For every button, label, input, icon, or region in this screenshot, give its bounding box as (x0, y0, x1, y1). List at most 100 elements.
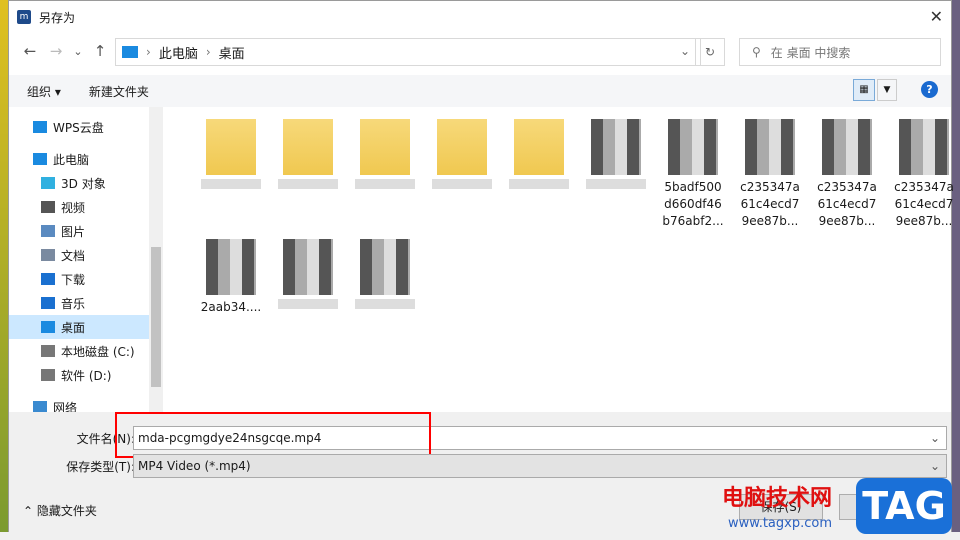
folder-icon (514, 119, 564, 175)
forward-button[interactable]: → (43, 42, 69, 60)
file-name-blurred (201, 179, 261, 189)
file-name: c235347a 61c4ecd7 9ee87b... (817, 180, 877, 228)
image-thumbnail (899, 119, 949, 175)
background-taskbar (0, 532, 960, 540)
sidebar-item-label: 本地磁盘 (C:) (61, 344, 135, 359)
file-item[interactable] (270, 239, 346, 309)
file-item[interactable] (501, 119, 577, 189)
up-button[interactable]: ↑ (87, 42, 113, 60)
background-desktop-right (952, 0, 960, 540)
image-thumbnail (283, 239, 333, 295)
cloud-icon (33, 121, 47, 133)
navigation-pane: WPS云盘此电脑 3D 对象视频图片文档下载音乐桌面本地磁盘 (C:) 软件 (D:… (9, 107, 149, 415)
film-icon (41, 201, 55, 213)
watermark-logo: TAG (856, 478, 952, 534)
sidebar-item-label: 视频 (61, 200, 86, 215)
cube-icon (41, 177, 55, 189)
image-thumbnail (360, 239, 410, 295)
sidebar-item[interactable]: 此电脑 (9, 147, 149, 171)
file-name: 5badf500 d660df46 b76abf2... (662, 180, 724, 228)
save-form: 文件名(N): mda-pcgmgdye24nsgcqe.mp4 ⌄ 保存类型(T… (9, 412, 951, 532)
file-name-blurred (355, 179, 415, 189)
sidebar-item-label: 3D 对象 (61, 176, 106, 191)
background-desktop (0, 0, 8, 540)
close-button[interactable]: ✕ (930, 7, 943, 26)
file-name: 2aab34.... (200, 300, 262, 314)
filetype-select[interactable]: MP4 Video (*.mp4) ⌄ (133, 454, 947, 478)
breadcrumb-desktop[interactable]: 桌面 (219, 43, 245, 62)
highlight-box (115, 412, 431, 458)
breadcrumb-this-pc[interactable]: 此电脑 (159, 43, 198, 62)
file-item[interactable] (193, 119, 269, 189)
sidebar-scrollbar[interactable] (149, 107, 163, 412)
image-thumbnail (668, 119, 718, 175)
file-name-blurred (278, 299, 338, 309)
sidebar-item[interactable]: 3D 对象 (9, 171, 149, 195)
sidebar-item[interactable]: WPS云盘 (9, 115, 149, 139)
sidebar-item-label: 文档 (61, 248, 86, 263)
sidebar-item[interactable]: 文档 (9, 243, 149, 267)
file-name-blurred (586, 179, 646, 189)
sidebar-item[interactable]: 桌面 (9, 315, 149, 339)
sidebar-item-label: 软件 (D:) (61, 368, 112, 383)
folder-icon (437, 119, 487, 175)
computer-icon (122, 46, 138, 58)
sidebar-item-label: 此电脑 (53, 152, 90, 167)
address-bar[interactable]: › 此电脑 › 桌面 ⌄ (115, 38, 701, 66)
folder-icon (360, 119, 410, 175)
file-item[interactable] (578, 119, 654, 189)
desktop-icon (41, 321, 55, 333)
sidebar-item[interactable]: 视频 (9, 195, 149, 219)
file-name-blurred (278, 179, 338, 189)
sidebar-item[interactable]: 软件 (D:) (9, 363, 149, 387)
sidebar-item-label: WPS云盘 (53, 120, 104, 135)
picture-icon (41, 225, 55, 237)
sidebar-item-label: 图片 (61, 224, 86, 239)
sidebar-item-label: 音乐 (61, 296, 86, 311)
chevron-down-icon[interactable]: ⌄ (680, 44, 690, 58)
image-thumbnail (206, 239, 256, 295)
scrollbar-thumb[interactable] (151, 247, 161, 387)
sidebar-item[interactable]: 图片 (9, 219, 149, 243)
watermark-url: www.tagxp.com (728, 516, 832, 531)
search-input[interactable]: ⚲ 在 桌面 中搜索 (739, 38, 941, 66)
hide-folders-button[interactable]: ⌃ 隐藏文件夹 (23, 502, 97, 519)
file-item[interactable]: 5badf500 d660df46 b76abf2... (655, 119, 731, 230)
file-item[interactable]: c235347a 61c4ecd7 9ee87b... (809, 119, 885, 230)
file-item[interactable] (347, 239, 423, 309)
app-icon: m (17, 10, 31, 24)
music-icon (41, 297, 55, 309)
file-item[interactable] (270, 119, 346, 189)
sidebar-item-label: 桌面 (61, 320, 86, 335)
image-thumbnail (822, 119, 872, 175)
view-icon[interactable]: ▦ (853, 79, 875, 101)
refresh-button[interactable]: ↻ (695, 38, 725, 66)
sidebar-item[interactable]: 下载 (9, 267, 149, 291)
file-item[interactable] (424, 119, 500, 189)
recent-locations-button[interactable]: ⌄ (69, 45, 87, 58)
new-folder-button[interactable]: 新建文件夹 (89, 83, 149, 100)
save-as-dialog: m 另存为 ✕ ← → ⌄ ↑ › 此电脑 › 桌面 ⌄ ↻ ⚲ 在 桌面 中搜… (8, 0, 954, 532)
folder-icon (283, 119, 333, 175)
window-title: 另存为 (39, 10, 76, 25)
watermark-text: 电脑技术网 (722, 486, 833, 511)
sidebar-item[interactable]: 音乐 (9, 291, 149, 315)
view-dropdown-button[interactable]: ▼ (877, 79, 897, 101)
search-icon: ⚲ (752, 45, 761, 59)
image-thumbnail (591, 119, 641, 175)
drive-icon (41, 369, 55, 381)
filetype-label: 保存类型(T): (66, 460, 135, 474)
organize-button[interactable]: 组织 ▾ (27, 83, 61, 100)
back-button[interactable]: ← (17, 42, 43, 60)
file-item[interactable] (347, 119, 423, 189)
help-button[interactable]: ? (921, 81, 938, 98)
sidebar-item[interactable]: 本地磁盘 (C:) (9, 339, 149, 363)
toolbar: 组织 ▾ 新建文件夹 ▦ ▼ ? (9, 75, 951, 107)
chevron-down-icon[interactable]: ⌄ (930, 427, 940, 449)
file-item[interactable]: c235347a 61c4ecd7 9ee87b... (732, 119, 808, 230)
document-icon (41, 249, 55, 261)
file-name-blurred (509, 179, 569, 189)
chevron-down-icon[interactable]: ⌄ (930, 455, 940, 477)
file-item[interactable]: 2aab34.... (193, 239, 269, 316)
file-item[interactable]: c235347a 61c4ecd7 9ee87b... (886, 119, 960, 230)
